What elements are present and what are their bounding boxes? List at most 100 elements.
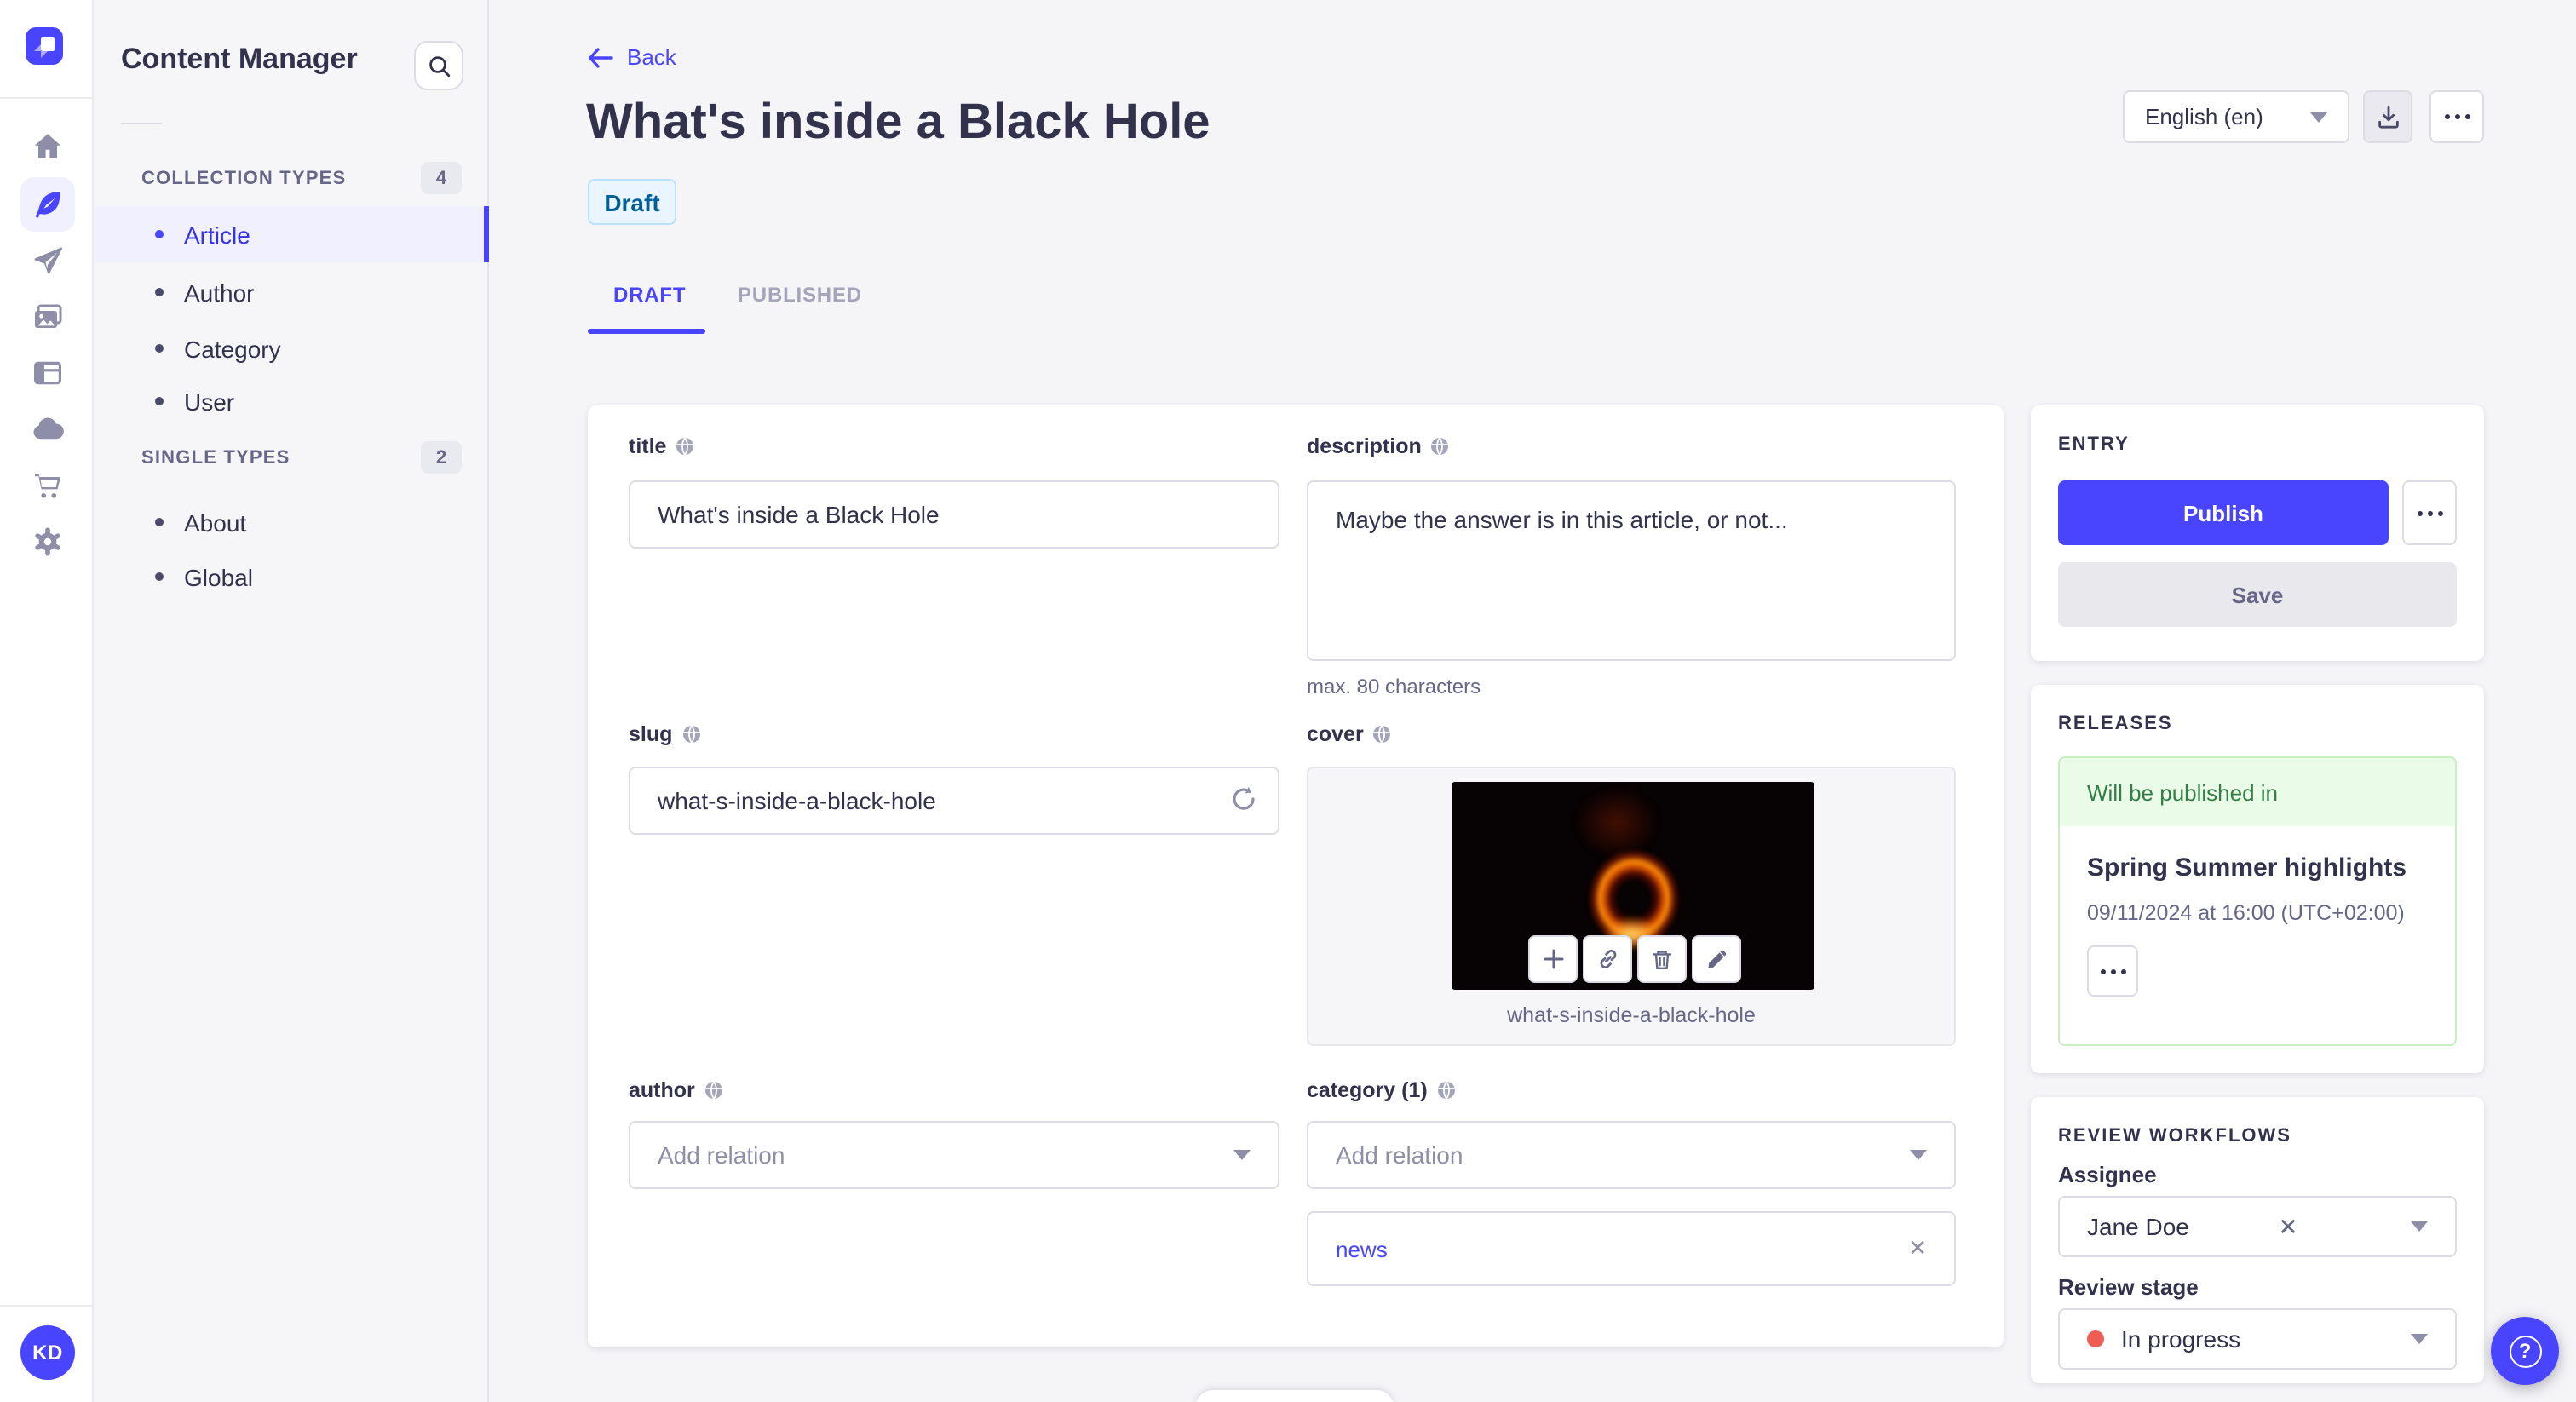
- collection-types-count-badge: 4: [421, 162, 462, 194]
- release-date: 09/11/2024 at 16:00 (UTC+02:00): [2087, 901, 2405, 925]
- header-more-button[interactable]: [2429, 90, 2484, 143]
- review-stage-combobox[interactable]: In progress: [2058, 1308, 2457, 1370]
- marketplace-cart-icon[interactable]: [20, 458, 75, 513]
- author-relation-combobox[interactable]: Add relation: [629, 1121, 1279, 1189]
- active-tab-indicator: [588, 329, 705, 334]
- release-card: Will be published in Spring Summer highl…: [2058, 756, 2457, 1046]
- globe-icon: [1373, 725, 1391, 744]
- sidebar-item-author[interactable]: Author: [95, 264, 489, 320]
- question-mark-icon: ?: [2509, 1335, 2541, 1367]
- edit-media-button[interactable]: [1692, 935, 1741, 983]
- media-library-icon[interactable]: [20, 290, 75, 344]
- back-label: Back: [627, 44, 676, 70]
- clear-assignee-icon[interactable]: ✕: [2278, 1212, 2297, 1241]
- more-dots-icon: [2417, 510, 2442, 515]
- description-hint: max. 80 characters: [1307, 675, 1481, 698]
- sidebar-item-article[interactable]: Article: [95, 206, 489, 262]
- user-avatar[interactable]: KD: [20, 1325, 75, 1380]
- sidebar-item-label: Author: [184, 279, 255, 306]
- review-stage-value: In progress: [2121, 1325, 2241, 1353]
- globe-icon: [682, 725, 700, 744]
- sidebar-item-label: Article: [184, 221, 250, 248]
- download-icon: [2378, 106, 2398, 128]
- cloud-icon[interactable]: [20, 402, 75, 457]
- chevron-down-icon: [2411, 1334, 2428, 1344]
- globe-icon: [676, 437, 694, 456]
- back-button[interactable]: Back: [588, 44, 676, 70]
- category-relation-combobox[interactable]: Add relation: [1307, 1121, 1956, 1189]
- content-type-builder-icon[interactable]: [20, 346, 75, 400]
- review-stage-label: Review stage: [2058, 1274, 2199, 1300]
- delete-media-button[interactable]: [1637, 935, 1687, 983]
- single-types-count-badge: 2: [421, 441, 462, 474]
- stage-status-dot: [2087, 1330, 2104, 1347]
- sidebar-item-user[interactable]: User: [95, 373, 489, 429]
- category-relation-item: news ✕: [1307, 1211, 1956, 1286]
- rail-divider-bottom: [0, 1305, 94, 1307]
- strapi-logo[interactable]: [26, 27, 63, 65]
- sidebar-item-global[interactable]: Global: [95, 549, 489, 605]
- globe-icon: [1437, 1081, 1455, 1100]
- help-button[interactable]: ?: [2491, 1317, 2559, 1385]
- author-field-label: author: [629, 1078, 724, 1102]
- sidebar-item-label: Category: [184, 335, 281, 362]
- trash-icon: [1652, 950, 1672, 968]
- pencil-icon: [1708, 949, 1727, 968]
- sidebar-divider: [121, 123, 162, 124]
- edit-form-card: title description Maybe the answer is in…: [588, 405, 2004, 1347]
- review-workflows-panel: REVIEW WORKFLOWS Assignee Jane Doe ✕ Rev…: [2031, 1097, 2484, 1383]
- tab-published[interactable]: PUBLISHED: [738, 283, 862, 307]
- sidebar-item-about[interactable]: About: [95, 494, 489, 550]
- sidebar-item-category[interactable]: Category: [95, 320, 489, 376]
- assignee-label: Assignee: [2058, 1162, 2157, 1187]
- author-placeholder: Add relation: [658, 1141, 785, 1169]
- tab-draft[interactable]: DRAFT: [613, 283, 686, 307]
- assignee-combobox[interactable]: Jane Doe ✕: [2058, 1196, 2457, 1257]
- chevron-down-icon: [2410, 1221, 2428, 1232]
- publish-button[interactable]: Publish: [2058, 480, 2389, 545]
- remove-relation-icon[interactable]: ✕: [1908, 1235, 1927, 1262]
- app-window: KD Content Manager COLLECTION TYPES 4 Ar…: [0, 0, 2576, 1402]
- locale-select[interactable]: English (en): [2123, 90, 2349, 143]
- entry-panel: ENTRY Publish Save: [2031, 405, 2484, 661]
- content-manager-feather-icon[interactable]: [20, 177, 75, 232]
- section-label-collection-types: COLLECTION TYPES: [141, 169, 347, 189]
- category-placeholder: Add relation: [1336, 1141, 1463, 1169]
- slug-input[interactable]: [629, 767, 1279, 835]
- globe-icon: [1431, 437, 1449, 456]
- sidebar-item-label: About: [184, 509, 247, 536]
- bullet-icon: [155, 518, 164, 526]
- description-textarea[interactable]: Maybe the answer is in this article, or …: [1307, 480, 1956, 661]
- sidebar-title: Content Manager: [121, 43, 358, 75]
- chevron-down-icon: [1910, 1150, 1927, 1160]
- cover-media-field: what-s-inside-a-black-hole: [1307, 767, 1956, 1046]
- search-button[interactable]: [414, 41, 463, 90]
- bullet-icon: [155, 572, 164, 581]
- download-button[interactable]: [2363, 90, 2412, 143]
- relation-link-news[interactable]: news: [1336, 1236, 1388, 1261]
- release-more-button[interactable]: [2087, 945, 2138, 997]
- add-media-button[interactable]: [1528, 935, 1578, 983]
- bullet-icon: [155, 288, 164, 296]
- home-icon[interactable]: [20, 119, 75, 174]
- cover-file-name: what-s-inside-a-black-hole: [1507, 1003, 1756, 1027]
- description-field-label: description: [1307, 434, 1451, 458]
- collapsed-panel-edge[interactable]: [1196, 1390, 1394, 1402]
- settings-gear-icon[interactable]: [20, 514, 75, 569]
- save-button[interactable]: Save: [2058, 562, 2457, 627]
- copy-link-button[interactable]: [1583, 935, 1632, 983]
- more-dots-icon: [2444, 114, 2470, 119]
- title-field-label: title: [629, 434, 695, 458]
- title-input[interactable]: [629, 480, 1279, 549]
- section-label-single-types: SINGLE TYPES: [141, 448, 290, 468]
- regenerate-slug-button[interactable]: [1228, 784, 1259, 823]
- entry-heading: ENTRY: [2058, 434, 2130, 455]
- entry-more-button[interactable]: [2402, 480, 2457, 545]
- globe-icon: [704, 1081, 722, 1100]
- assignee-value: Jane Doe: [2087, 1213, 2189, 1240]
- releases-panel: RELEASES Will be published in Spring Sum…: [2031, 685, 2484, 1073]
- bullet-icon: [155, 397, 164, 405]
- transfer-paper-plane-icon[interactable]: [20, 233, 75, 288]
- review-workflows-heading: REVIEW WORKFLOWS: [2058, 1126, 2291, 1146]
- bullet-icon: [155, 344, 164, 353]
